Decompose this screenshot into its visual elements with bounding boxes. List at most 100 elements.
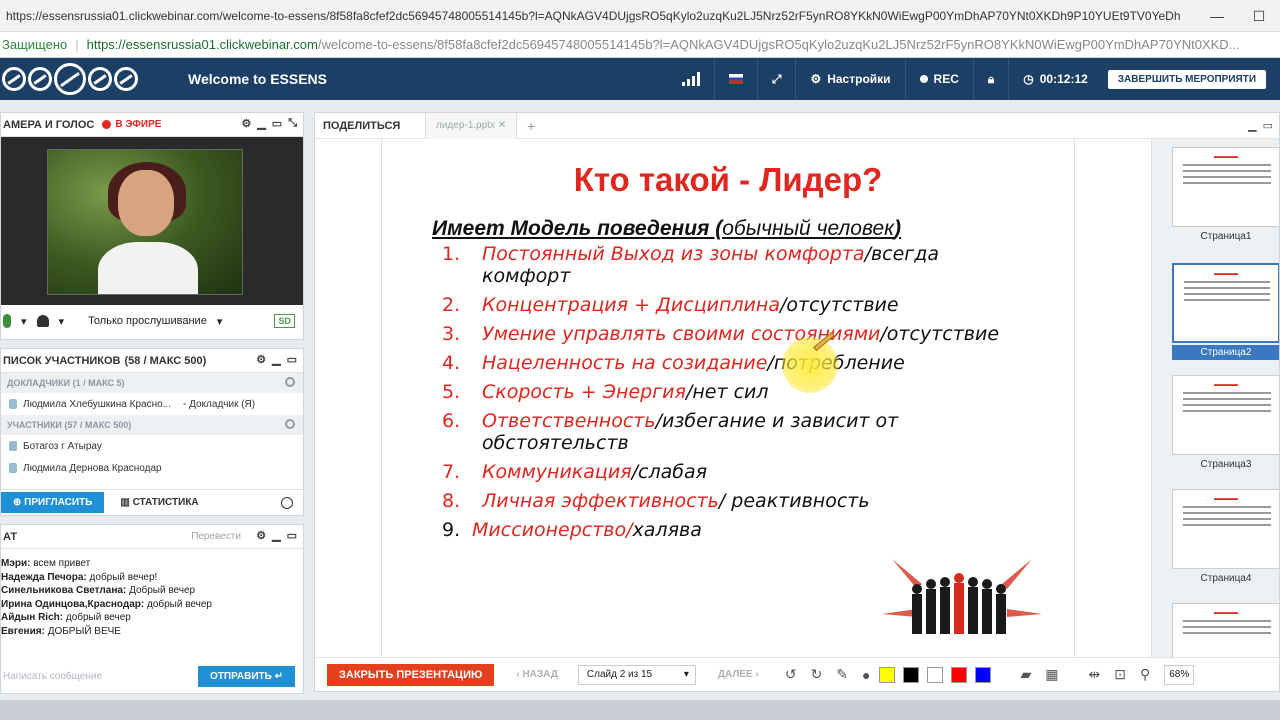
thumbnail-label[interactable]: Страница3 [1172, 459, 1279, 470]
thumbnail-4[interactable]: ▬▬▬▬ [1172, 489, 1279, 569]
search-icon[interactable] [285, 419, 295, 429]
listen-mode-select[interactable]: Только прослушивание [88, 315, 207, 327]
rec-label: REC [933, 72, 959, 86]
send-button[interactable]: ОТПРАВИТЬ ↵ [198, 665, 295, 687]
thumbnail-label[interactable]: Страница4 [1172, 573, 1279, 584]
settings-label: Настройки [827, 72, 891, 86]
color-swatch-white[interactable] [926, 666, 943, 683]
user-icon[interactable] [36, 315, 49, 327]
list-item: 3. Умение управлять своими состояниями/от… [442, 323, 1000, 345]
members-header-label: УЧАСТНИКИ (57 / МАКС 500) [7, 420, 132, 430]
close-tab-icon[interactable]: ✕ [498, 120, 506, 131]
color-swatch-yellow[interactable] [878, 666, 895, 683]
slide-canvas: Кто такой - Лидер? Имеет Модель поведени… [381, 139, 1075, 659]
fit-width-icon[interactable]: ⇹ [1089, 666, 1101, 683]
timer: ◷ 00:12:12 ЗАВЕРШИТЬ МЕРОПРИЯТИ [1008, 58, 1280, 100]
member-row[interactable]: Людмила Дернова Краснодар [1, 457, 303, 479]
thumbnail-label[interactable]: Страница2 [1172, 345, 1279, 360]
member-row[interactable]: Ботагоз г Атырау [1, 435, 303, 457]
mic-dropdown-icon[interactable]: ▾ [21, 315, 27, 328]
lock-button[interactable]: 🔒︎ [972, 58, 1008, 100]
next-slide-button[interactable]: ДАЛЕЕ › [718, 669, 759, 680]
thumbnail-2[interactable]: ▬▬▬▬ [1172, 263, 1279, 343]
maximize-icon[interactable]: ☐ [1238, 0, 1280, 32]
minimize-icon[interactable]: ▁ [272, 529, 280, 542]
share-label: ПОДЕЛИТЬСЯ [323, 119, 401, 132]
popout-icon[interactable]: ▭ [1263, 119, 1273, 132]
eraser-icon[interactable]: ▰ [1021, 666, 1032, 683]
microphone-icon[interactable] [3, 314, 11, 328]
redo-icon[interactable]: ↻ [811, 666, 823, 683]
search-icon[interactable] [285, 377, 295, 387]
end-event-button[interactable]: ЗАВЕРШИТЬ МЕРОПРИЯТИ [1107, 69, 1266, 89]
thumbnail-1[interactable]: ▬▬▬▬ [1172, 147, 1279, 227]
brush-size-icon[interactable]: ● [862, 667, 870, 683]
chat-input[interactable]: Написать сообщение [1, 671, 102, 682]
expand-icon[interactable]: ⤡ [288, 117, 297, 130]
laser-pointer-highlight [782, 337, 838, 393]
listen-mode-dropdown-icon[interactable]: ▾ [217, 315, 223, 328]
taskbar-strip [0, 700, 1280, 720]
app-header: Welcome to ESSENS ⤢ ⚙ Настройки REC 🔒︎ ◷… [0, 58, 1280, 100]
color-swatch-blue[interactable] [974, 666, 991, 683]
grid-icon[interactable]: ▦ [1045, 666, 1058, 683]
speakers-header-label: ДОКЛАДЧИКИ (1 / МАКС 5) [7, 378, 125, 388]
speaker-role: - Докладчик (Я) [183, 398, 256, 410]
participants-count: (58 / МАКС 500) [124, 354, 207, 367]
minimize-icon[interactable]: ▁ [272, 353, 280, 366]
close-presentation-button[interactable]: ЗАКРЫТЬ ПРЕЗЕНТАЦИЮ [327, 663, 495, 686]
popout-icon[interactable]: ▭ [272, 117, 282, 130]
tab-presentation-file[interactable]: лидер-1.pptx ✕ [425, 112, 518, 139]
clock-icon: ◷ [1023, 72, 1034, 86]
gear-icon[interactable]: ⚙ [256, 353, 266, 366]
popout-icon[interactable]: ▭ [287, 529, 297, 542]
list-item: 8. Личная эффективность/ реактивность [442, 490, 870, 512]
color-swatch-red[interactable] [950, 666, 967, 683]
chat-message: Надежда Печора: добрый вечер! [1, 571, 158, 583]
minimize-icon[interactable]: — [1196, 0, 1238, 32]
sd-quality-badge[interactable]: SD [274, 314, 295, 328]
chat-message: Ирина Одинцова,Краснодар: добрый вечер [1, 598, 212, 610]
address-separator: | [75, 37, 79, 52]
rec-button[interactable]: REC [904, 58, 973, 100]
fit-page-icon[interactable]: ⊡ [1114, 666, 1126, 683]
undo-icon[interactable]: ↺ [785, 666, 797, 683]
address-bar[interactable]: Защищено | https://essensrussia01.clickw… [0, 32, 1280, 58]
thumbnail-3[interactable]: ▬▬▬▬ [1172, 375, 1279, 455]
gear-icon[interactable]: ⚙ [241, 117, 251, 130]
pen-icon[interactable]: ✎ [836, 666, 848, 683]
record-dot-icon [919, 75, 928, 83]
tab-label: лидер-1.pptx [436, 120, 495, 131]
signal-indicator[interactable] [668, 58, 714, 100]
next-label: ДАЛЕЕ [717, 669, 753, 680]
prev-slide-button[interactable]: ‹ НАЗАД [516, 669, 558, 680]
color-swatch-black[interactable] [902, 666, 919, 683]
signal-bars-icon [681, 72, 700, 86]
invite-button[interactable]: ⊕ ПРИГЛАСИТЬ [1, 492, 105, 513]
speakers-section-header[interactable]: ДОКЛАДЧИКИ (1 / МАКС 5) [1, 373, 303, 393]
settings-button[interactable]: ⚙ Настройки [795, 58, 904, 100]
russian-flag-icon [728, 74, 743, 84]
translate-button[interactable]: Перевести [191, 531, 241, 542]
slide-toolbar: ЗАКРЫТЬ ПРЕЗЕНТАЦИЮ ‹ НАЗАД Слайд 2 из 1… [315, 657, 1279, 691]
members-section-header[interactable]: УЧАСТНИКИ (57 / МАКС 500) [1, 415, 303, 435]
thumbnail-5[interactable]: ▬▬▬▬ [1172, 603, 1279, 659]
speaker-row[interactable]: Людмила Хлебушкина Красно... - Докладчик… [1, 393, 303, 415]
minimize-icon[interactable]: ▁ [1248, 119, 1256, 132]
popout-icon[interactable]: ▭ [287, 353, 297, 366]
zoom-icon[interactable]: ⚲ [1140, 666, 1150, 683]
gear-icon[interactable]: ⚙ [256, 529, 266, 542]
language-selector[interactable] [713, 58, 757, 100]
slide-selector[interactable]: Слайд 2 из 15 [577, 664, 696, 685]
window-title-url: https://essensrussia01.clickwebinar.com/… [6, 8, 1180, 23]
fullscreen-button[interactable]: ⤢ [756, 58, 796, 100]
minimize-icon[interactable]: ▁ [257, 117, 265, 130]
zoom-level[interactable]: 68% [1164, 664, 1195, 685]
statistics-button[interactable]: ▥ СТАТИСТИКА [120, 497, 198, 508]
invite-label: ПРИГЛАСИТЬ [24, 497, 93, 508]
emoji-icon[interactable] [281, 496, 293, 509]
add-tab-icon[interactable]: + [527, 118, 535, 134]
list-item: 5. Скорость + Энергия/нет сил [442, 381, 769, 403]
user-dropdown-icon[interactable]: ▾ [59, 315, 65, 328]
thumbnail-label[interactable]: Страница1 [1172, 231, 1279, 242]
